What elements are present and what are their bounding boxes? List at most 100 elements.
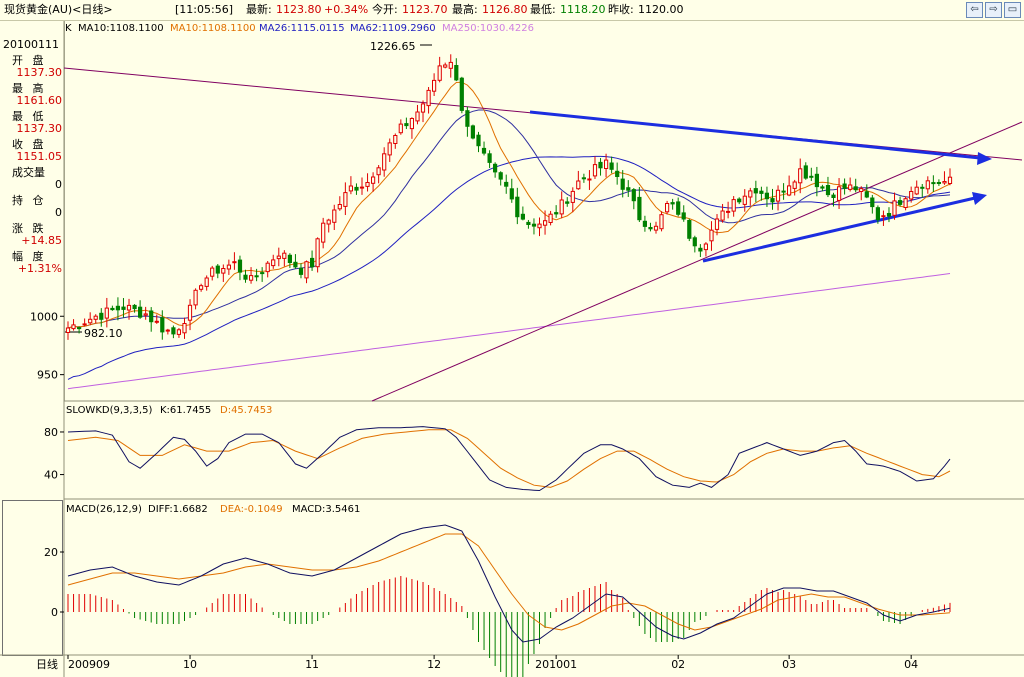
- ma250-legend: MA250:1030.4226: [442, 23, 534, 34]
- candle-body: [282, 252, 287, 259]
- candle-body: [781, 190, 786, 193]
- price-ytick: 950: [37, 369, 58, 382]
- macd-ytick: 20: [44, 546, 58, 559]
- candle-body: [487, 153, 492, 163]
- candle-body: [720, 210, 725, 221]
- candle-body: [99, 312, 104, 320]
- candle-body: [626, 187, 631, 191]
- candle-body: [853, 186, 858, 191]
- candle-body: [737, 198, 742, 203]
- macd-legend-value: MACD:3.5461: [292, 504, 360, 515]
- candle-body: [642, 220, 647, 227]
- candle-body: [387, 142, 392, 156]
- support-line: [371, 121, 1023, 402]
- kd-legend-k: K:61.7455: [160, 405, 211, 416]
- candle-body: [115, 305, 121, 311]
- candle-body: [759, 190, 764, 194]
- candle-body: [898, 200, 903, 205]
- candle-body: [753, 188, 758, 194]
- x-tick-label: 11: [305, 658, 319, 671]
- candle-body: [470, 125, 475, 139]
- x-tick-label: 03: [782, 658, 796, 671]
- candle-body: [598, 161, 603, 169]
- candle-body: [837, 186, 842, 201]
- candle-body: [481, 147, 487, 154]
- candle-body: [687, 220, 692, 239]
- candle-body: [354, 186, 359, 191]
- candle-body: [698, 247, 703, 252]
- period-label: 日线: [36, 657, 58, 671]
- candle-body: [515, 196, 520, 218]
- x-tick-label: 02: [671, 658, 685, 671]
- candle-body: [160, 317, 165, 333]
- candle-body: [798, 168, 803, 184]
- candle-body: [504, 181, 509, 187]
- candle-body: [692, 237, 697, 247]
- candle-body: [848, 184, 853, 190]
- candle-body: [77, 327, 82, 330]
- candle-body: [914, 186, 919, 195]
- candle-body: [65, 327, 71, 333]
- candle-body: [176, 329, 182, 335]
- candle-body: [88, 318, 93, 324]
- candle-body: [659, 214, 664, 230]
- candle-body: [415, 111, 420, 122]
- candle-body: [276, 255, 281, 260]
- candle-body: [409, 118, 414, 130]
- candle-body: [226, 264, 232, 270]
- candle-body: [304, 261, 309, 279]
- candle-body: [426, 89, 431, 107]
- candle-body: [731, 199, 736, 212]
- candle-body: [631, 189, 636, 202]
- candle-body: [903, 198, 908, 208]
- candle-body: [576, 180, 581, 190]
- price-ytick: 1000: [30, 310, 58, 323]
- candle-body: [726, 210, 731, 213]
- candle-body: [371, 176, 376, 184]
- candle-body: [93, 315, 98, 320]
- candle-body: [676, 201, 681, 215]
- candle-body: [398, 123, 403, 134]
- candle-body: [886, 213, 892, 217]
- ma26-legend: MA26:1115.0115: [259, 23, 345, 34]
- candle-body: [271, 259, 276, 267]
- kd-ytick: 80: [44, 426, 58, 439]
- candle-body: [337, 204, 342, 210]
- candle-body: [104, 307, 109, 319]
- candle-body: [221, 268, 226, 274]
- candle-body: [465, 110, 470, 127]
- candle-body: [359, 186, 365, 189]
- candle-body: [393, 135, 398, 144]
- candle-body: [443, 64, 448, 68]
- ma250-line: [67, 273, 951, 390]
- candle-body: [154, 320, 159, 323]
- chart-canvas[interactable]: 950 1000 40 80 0 20 200909 10 11 12 201001 02 03 04 K…: [0, 0, 1024, 677]
- k-legend-prefix: K: [65, 23, 72, 34]
- x-tick-label: 200909: [68, 658, 110, 671]
- candle-body: [237, 259, 243, 273]
- candle-body: [565, 201, 570, 204]
- axis-labels: 950 1000 40 80 0 20 200909 10 11 12 201001 02 03 04: [30, 310, 918, 671]
- candle-body: [570, 190, 575, 203]
- kd-k-line: [67, 426, 951, 492]
- candle-body: [382, 153, 387, 171]
- candle-body: [764, 192, 769, 200]
- candle-body: [703, 243, 708, 251]
- candle-body: [931, 182, 936, 185]
- candle-body: [864, 191, 869, 198]
- candle-body: [637, 196, 642, 221]
- macd-panel: [67, 524, 951, 677]
- candle-body: [526, 221, 531, 225]
- candle-body: [792, 181, 797, 189]
- candle-body: [254, 275, 259, 278]
- lower-arrowhead: [972, 192, 987, 205]
- candle-body: [437, 65, 442, 81]
- candle-body: [881, 215, 886, 218]
- candle-body: [332, 209, 337, 223]
- candle-body: [432, 79, 437, 92]
- candle-body: [604, 159, 609, 170]
- candle-body: [803, 165, 808, 179]
- candle-body: [121, 306, 126, 310]
- candle-body: [709, 229, 714, 242]
- candle-body: [110, 307, 115, 311]
